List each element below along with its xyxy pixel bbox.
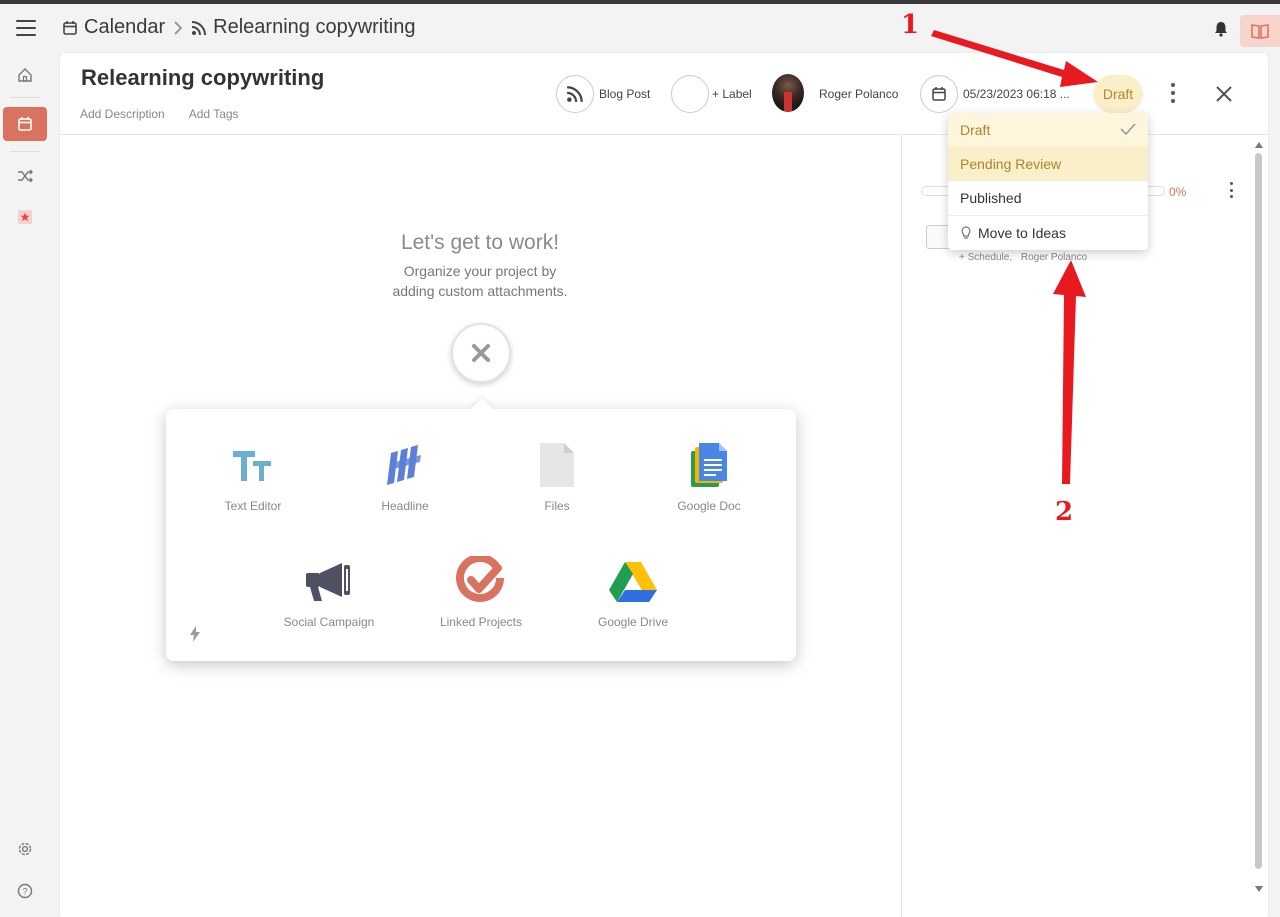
calendar-icon [932, 87, 946, 101]
home-icon[interactable] [15, 65, 35, 85]
status-option-draft[interactable]: Draft [948, 113, 1148, 147]
close-icon[interactable] [1213, 83, 1235, 105]
status-option-label: Published [960, 190, 1022, 206]
help-icon[interactable]: ? [15, 881, 35, 901]
attachment-label: Text Editor [224, 499, 282, 513]
add-label-button[interactable]: + Label [712, 87, 752, 101]
status-option-label: Pending Review [960, 156, 1062, 172]
sidebar-divider [10, 151, 40, 152]
scroll-up-icon[interactable] [1254, 141, 1264, 149]
status-dropdown-button[interactable]: Draft [1093, 75, 1143, 113]
add-schedule-link[interactable]: + Schedule, [959, 252, 1012, 263]
sidebar-item-calendar[interactable] [3, 107, 47, 141]
project-title[interactable]: Relearning copywriting [81, 65, 324, 91]
calendar-icon [18, 117, 32, 131]
attachment-linked-projects[interactable]: Linked Projects [421, 555, 541, 655]
status-menu: Draft Pending Review Published Move to I… [948, 113, 1148, 250]
status-option-pending-review[interactable]: Pending Review [948, 147, 1148, 181]
date-button[interactable] [920, 75, 958, 113]
check-icon [1120, 123, 1136, 136]
settings-gear-icon[interactable] [15, 839, 35, 859]
attachment-headline[interactable]: Headline [345, 439, 465, 539]
favorites-star-icon[interactable] [15, 207, 35, 227]
task-meta: + Schedule, Roger Polanco [959, 252, 1087, 263]
status-option-move-to-ideas[interactable]: Move to Ideas [948, 215, 1148, 250]
status-option-label: Draft [960, 122, 991, 138]
more-options-icon[interactable] [1167, 83, 1179, 103]
scroll-down-icon[interactable] [1254, 885, 1264, 893]
attachment-google-drive[interactable]: Google Drive [573, 555, 693, 655]
avatar[interactable] [772, 74, 804, 112]
linked-projects-icon [456, 556, 504, 602]
svg-text:?: ? [22, 887, 27, 897]
add-description-link[interactable]: Add Description [80, 107, 165, 121]
attachments-popup: Text Editor Headline Files Google Doc So… [166, 409, 796, 661]
breadcrumb-project[interactable]: Relearning copywriting [213, 16, 415, 39]
calendar-icon [63, 20, 77, 35]
breadcrumb-calendar[interactable]: Calendar [84, 16, 165, 39]
close-attachments-button[interactable] [451, 323, 511, 383]
attachment-label: Social Campaign [283, 615, 375, 629]
empty-state-line2: adding custom attachments. [392, 283, 568, 299]
attachment-label: Headline [381, 499, 429, 513]
top-bar: Calendar Relearning copywriting [0, 4, 1280, 50]
content-type-button[interactable] [556, 75, 594, 113]
megaphone-icon [306, 563, 350, 601]
annotation-number-2: 2 [1055, 497, 1074, 527]
status-option-label: Move to Ideas [978, 225, 1066, 241]
book-button[interactable] [1240, 15, 1280, 47]
publish-date[interactable]: 05/23/2023 06:18 ... [963, 87, 1070, 101]
rss-icon [192, 20, 207, 35]
task-assignee[interactable]: Roger Polanco [1021, 252, 1087, 263]
headline-icon [387, 445, 421, 485]
label-color-circle[interactable] [671, 75, 709, 113]
attachment-social-campaign[interactable]: Social Campaign [269, 555, 389, 655]
empty-state: Let's get to work! Organize your project… [300, 231, 660, 301]
attachment-label: Linked Projects [439, 615, 523, 629]
rss-icon [566, 86, 583, 103]
more-options-icon[interactable] [1228, 182, 1234, 198]
google-drive-icon [609, 562, 657, 602]
lightning-icon[interactable] [188, 626, 202, 642]
shuffle-icon[interactable] [15, 166, 35, 186]
google-doc-icon [691, 443, 727, 487]
attachment-text-editor[interactable]: Text Editor [193, 439, 313, 539]
right-column-divider [901, 135, 902, 917]
text-editor-icon [233, 451, 271, 481]
file-icon [540, 443, 574, 487]
chevron-right-icon [174, 20, 183, 35]
attachment-google-doc[interactable]: Google Doc [649, 439, 769, 539]
status-option-published[interactable]: Published [948, 181, 1148, 215]
sidebar: ? [0, 50, 50, 917]
content-type-label[interactable]: Blog Post [599, 87, 650, 101]
breadcrumb: Calendar Relearning copywriting [62, 16, 416, 39]
close-icon [472, 344, 490, 362]
attachment-files[interactable]: Files [497, 439, 617, 539]
owner-name[interactable]: Roger Polanco [819, 87, 898, 101]
attachment-label: Google Doc [677, 499, 741, 513]
scrollbar[interactable] [1253, 139, 1263, 899]
add-tags-link[interactable]: Add Tags [189, 107, 239, 121]
attachment-label: Google Drive [597, 615, 669, 629]
attachment-label: Files [544, 499, 570, 513]
sidebar-divider [10, 97, 40, 98]
progress-percent: 0% [1169, 185, 1187, 199]
annotation-number-1: 1 [901, 10, 920, 40]
bell-icon[interactable] [1212, 20, 1230, 38]
empty-state-line1: Organize your project by [403, 263, 557, 279]
project-sublinks: Add Description Add Tags [80, 107, 239, 121]
empty-state-heading: Let's get to work! [400, 231, 560, 254]
lightbulb-icon [961, 226, 971, 239]
menu-icon[interactable] [16, 20, 36, 36]
book-icon [1251, 24, 1269, 39]
scrollbar-thumb[interactable] [1255, 153, 1262, 869]
